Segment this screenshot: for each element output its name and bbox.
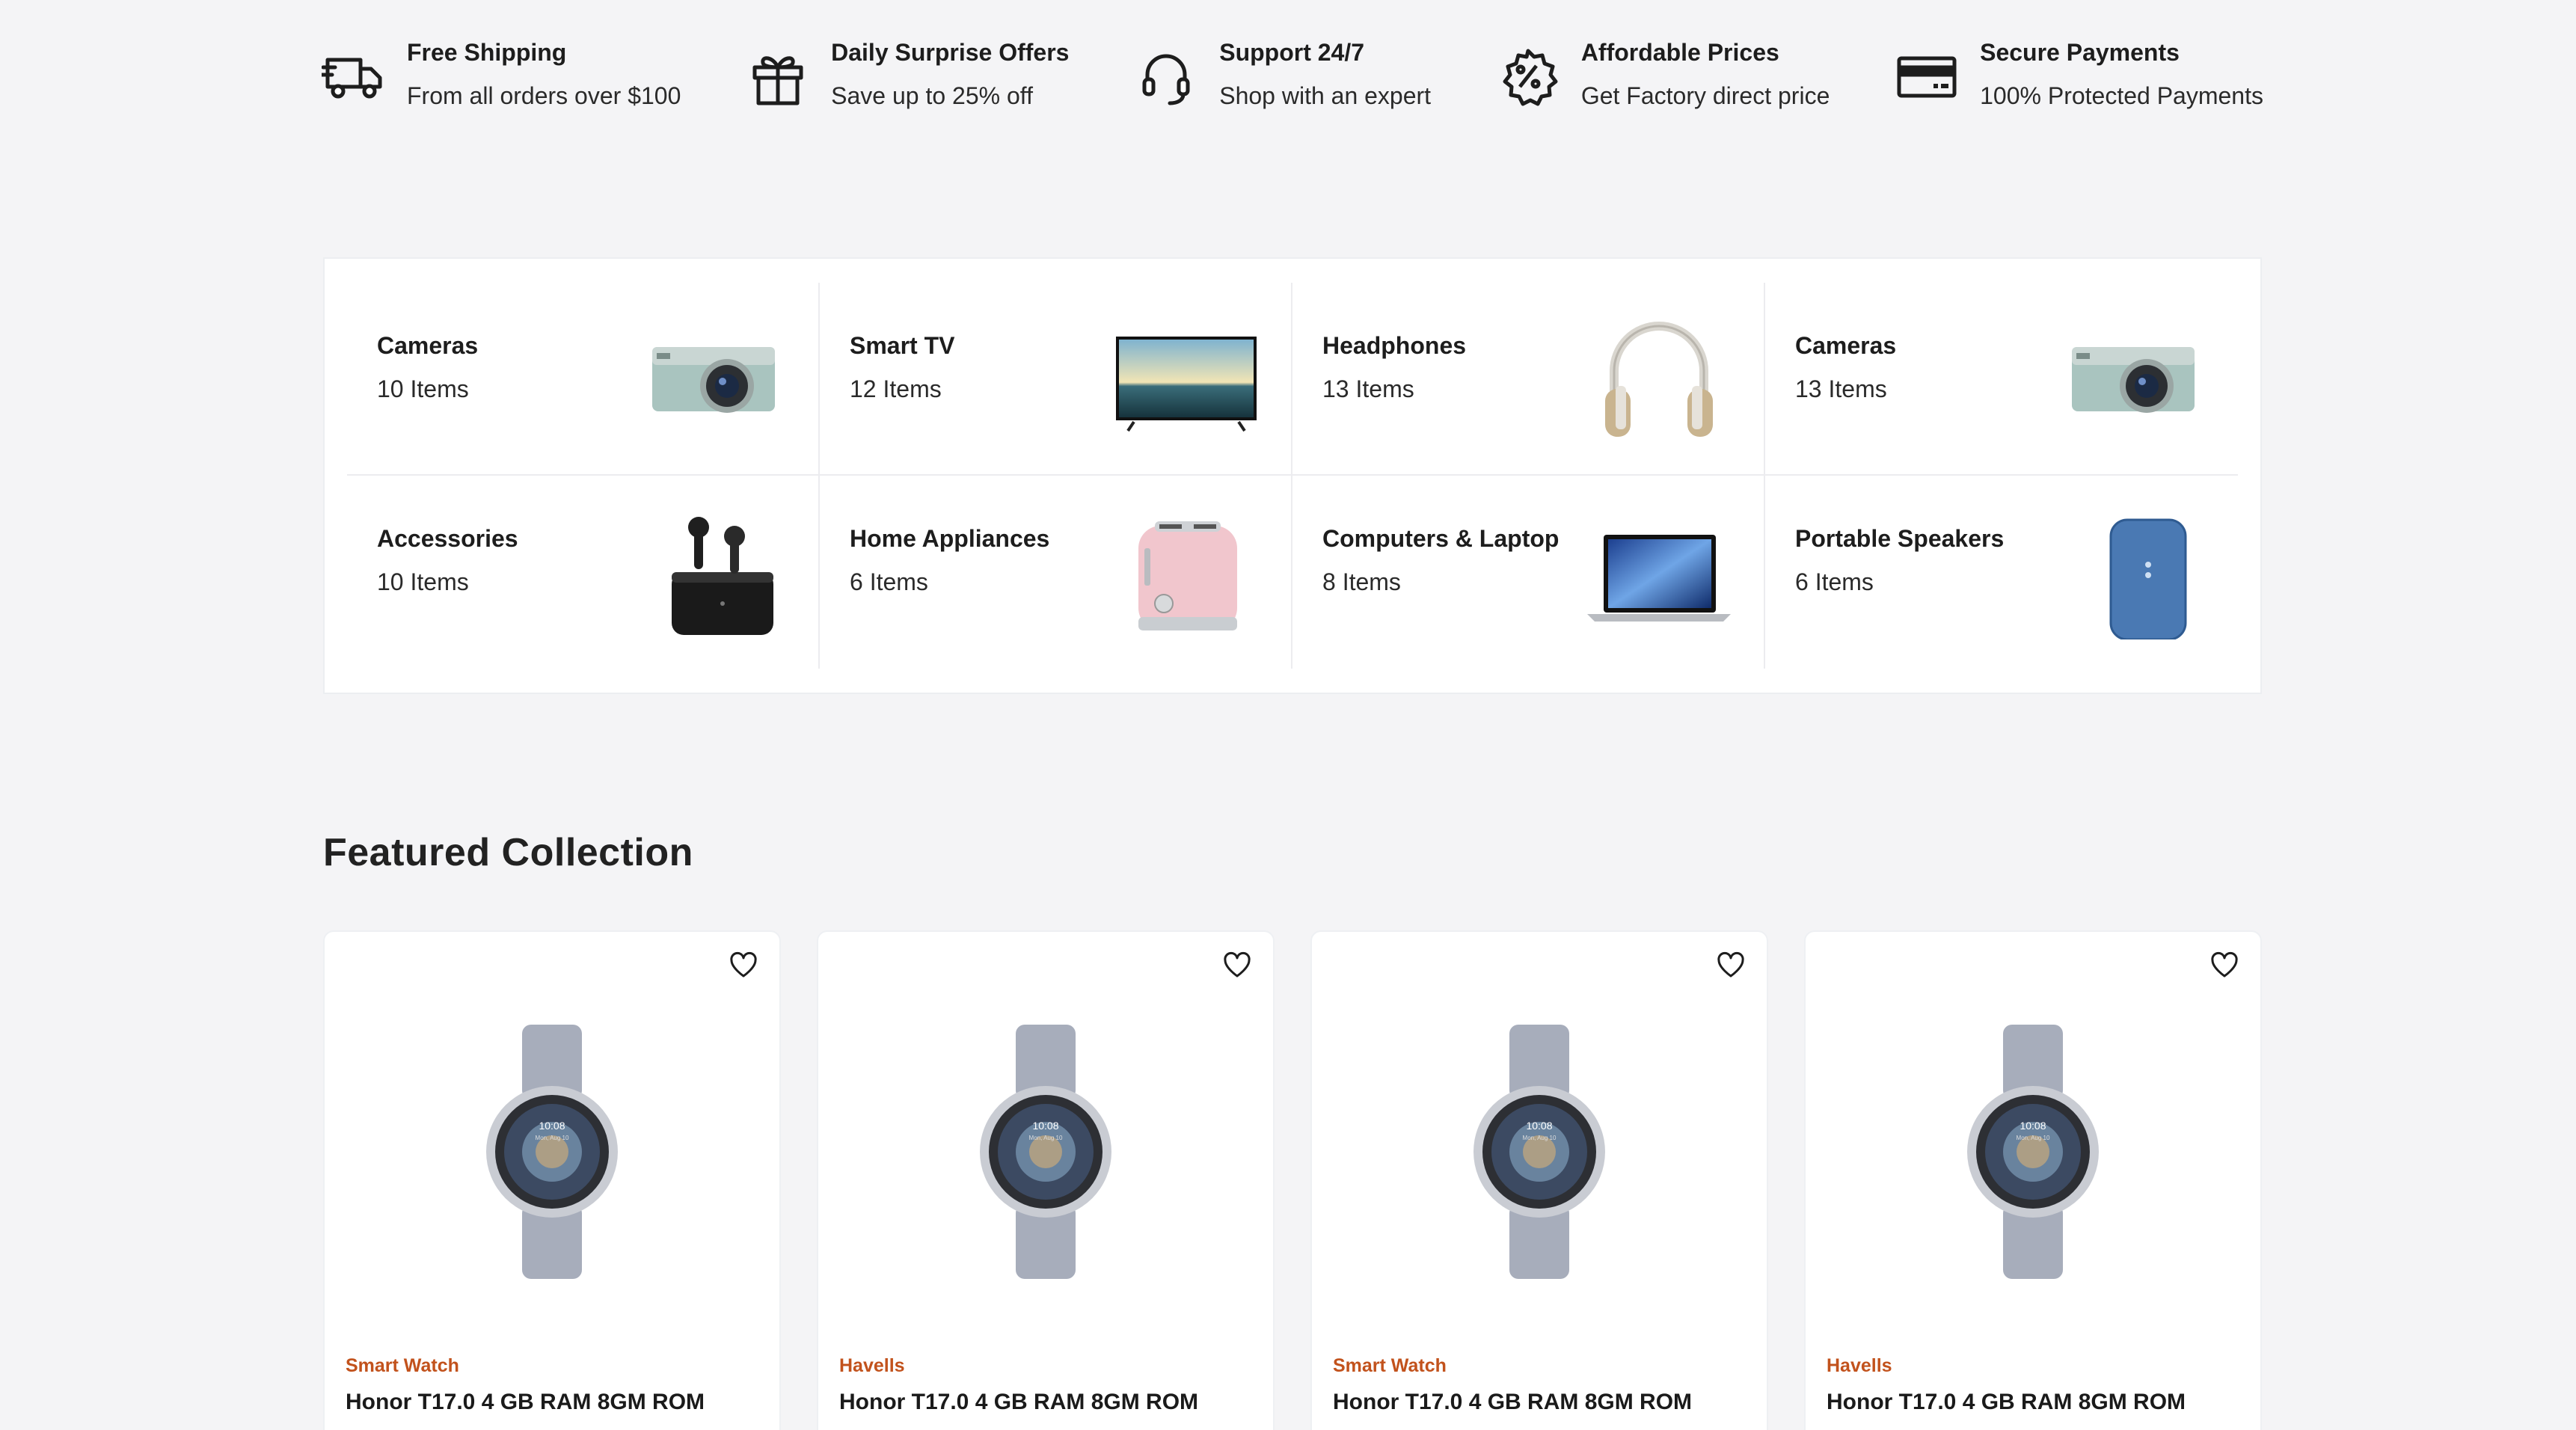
service-affordable-prices: Affordable Prices Get Factory direct pri…: [1496, 30, 1830, 117]
service-title: Free Shipping: [407, 39, 567, 66]
category-count: 6 Items: [850, 568, 928, 595]
earbuds-image: [639, 505, 788, 639]
service-title: Daily Surprise Offers: [831, 39, 1070, 66]
category-name: Home Appliances: [850, 525, 1050, 552]
smartwatch-image: 10:08 Mon, Aug 10: [963, 1025, 1128, 1279]
product-card[interactable]: 10:08 Mon, Aug 10 Smart Watch Honor T17.…: [1310, 930, 1768, 1430]
service-subtitle: Shop with an expert: [1219, 82, 1432, 109]
category-name: Cameras: [377, 332, 479, 359]
product-name[interactable]: Honor T17.0 4 GB RAM 8GM ROM: [839, 1390, 1198, 1415]
product-brand[interactable]: Havells: [839, 1355, 905, 1377]
product-name[interactable]: Honor T17.0 4 GB RAM 8GM ROM: [346, 1390, 705, 1415]
service-daily-offers: Daily Surprise Offers Save up to 25% off: [746, 30, 1069, 117]
category-item-home-appliances[interactable]: Home Appliances 6 Items: [820, 476, 1292, 669]
truck-icon: [322, 46, 386, 106]
tv-image: [1111, 311, 1261, 446]
category-item-portable-speakers[interactable]: Portable Speakers 6 Items: [1765, 476, 2238, 669]
headphones-image: [1584, 311, 1734, 446]
heart-icon[interactable]: [2208, 948, 2241, 981]
product-brand[interactable]: Havells: [1827, 1355, 1892, 1377]
watch-time: 10:08: [1032, 1120, 1058, 1132]
product-card[interactable]: 10:08 Mon, Aug 10 Havells Honor T17.0 4 …: [1804, 930, 2262, 1430]
category-panel: Cameras 10 Items Smart TV 12 Items Headp…: [323, 257, 2262, 694]
category-name: Accessories: [377, 525, 518, 552]
speaker-image: [2058, 505, 2208, 639]
category-item-computers-laptop[interactable]: Computers & Laptop 8 Items: [1292, 476, 1765, 669]
category-count: 13 Items: [1322, 375, 1414, 402]
smartwatch-image: 10:08 Mon, Aug 10: [1457, 1025, 1622, 1279]
product-brand[interactable]: Smart Watch: [346, 1355, 459, 1377]
category-count: 6 Items: [1795, 568, 1874, 595]
category-item-cameras[interactable]: Cameras 13 Items: [1765, 283, 2238, 476]
heart-icon[interactable]: [1714, 948, 1747, 981]
laptop-image: [1584, 505, 1734, 639]
category-count: 10 Items: [377, 568, 469, 595]
camera-image: [2058, 311, 2208, 446]
category-item-accessories[interactable]: Accessories 10 Items: [347, 476, 820, 669]
credit-card-icon: [1895, 46, 1959, 106]
watch-date: Mon, Aug 10: [1523, 1135, 1557, 1141]
service-subtitle: Get Factory direct price: [1580, 82, 1830, 109]
service-title: Affordable Prices: [1580, 39, 1779, 66]
heart-icon[interactable]: [1221, 948, 1254, 981]
category-item-headphones[interactable]: Headphones 13 Items: [1292, 283, 1765, 476]
watch-date: Mon, Aug 10: [536, 1135, 569, 1141]
section-title: Featured Collection: [323, 831, 693, 874]
watch-time: 10:08: [2020, 1120, 2046, 1132]
product-name[interactable]: Honor T17.0 4 GB RAM 8GM ROM: [1333, 1390, 1692, 1415]
service-subtitle: 100% Protected Payments: [1980, 82, 2263, 109]
category-name: Computers & Laptop: [1322, 525, 1560, 552]
category-item-cameras[interactable]: Cameras 10 Items: [347, 283, 820, 476]
service-subtitle: From all orders over $100: [407, 82, 681, 109]
smartwatch-image: 10:08 Mon, Aug 10: [1951, 1025, 2115, 1279]
watch-date: Mon, Aug 10: [2017, 1135, 2050, 1141]
category-count: 12 Items: [850, 375, 942, 402]
category-grid: Cameras 10 Items Smart TV 12 Items Headp…: [347, 283, 2238, 669]
category-name: Headphones: [1322, 332, 1467, 359]
watch-date: Mon, Aug 10: [1029, 1135, 1063, 1141]
category-name: Smart TV: [850, 332, 955, 359]
category-count: 8 Items: [1322, 568, 1401, 595]
product-card[interactable]: 10:08 Mon, Aug 10 Smart Watch Honor T17.…: [323, 930, 781, 1430]
watch-time: 10:08: [539, 1120, 565, 1132]
discount-badge-icon: [1496, 46, 1560, 106]
watch-time: 10:08: [1526, 1120, 1552, 1132]
service-title: Secure Payments: [1980, 39, 2180, 66]
heart-icon[interactable]: [727, 948, 760, 981]
product-list: 10:08 Mon, Aug 10 Smart Watch Honor T17.…: [323, 930, 2262, 1430]
headset-icon: [1134, 46, 1198, 106]
toaster-image: [1111, 505, 1261, 639]
category-name: Cameras: [1795, 332, 1897, 359]
service-title: Support 24/7: [1219, 39, 1365, 66]
service-subtitle: Save up to 25% off: [831, 82, 1033, 109]
product-card[interactable]: 10:08 Mon, Aug 10 Havells Honor T17.0 4 …: [817, 930, 1275, 1430]
service-support: Support 24/7 Shop with an expert: [1134, 30, 1431, 117]
category-count: 13 Items: [1795, 375, 1887, 402]
smartwatch-image: 10:08 Mon, Aug 10: [470, 1025, 634, 1279]
camera-image: [639, 311, 788, 446]
product-name[interactable]: Honor T17.0 4 GB RAM 8GM ROM: [1827, 1390, 2186, 1415]
service-secure-payments: Secure Payments 100% Protected Payments: [1895, 30, 2263, 117]
category-name: Portable Speakers: [1795, 525, 2005, 552]
category-item-smart-tv[interactable]: Smart TV 12 Items: [820, 283, 1292, 476]
gift-icon: [746, 46, 810, 106]
services-strip: Free Shipping From all orders over $100 …: [322, 30, 2263, 127]
category-count: 10 Items: [377, 375, 469, 402]
product-brand[interactable]: Smart Watch: [1333, 1355, 1447, 1377]
service-free-shipping: Free Shipping From all orders over $100: [322, 30, 681, 117]
